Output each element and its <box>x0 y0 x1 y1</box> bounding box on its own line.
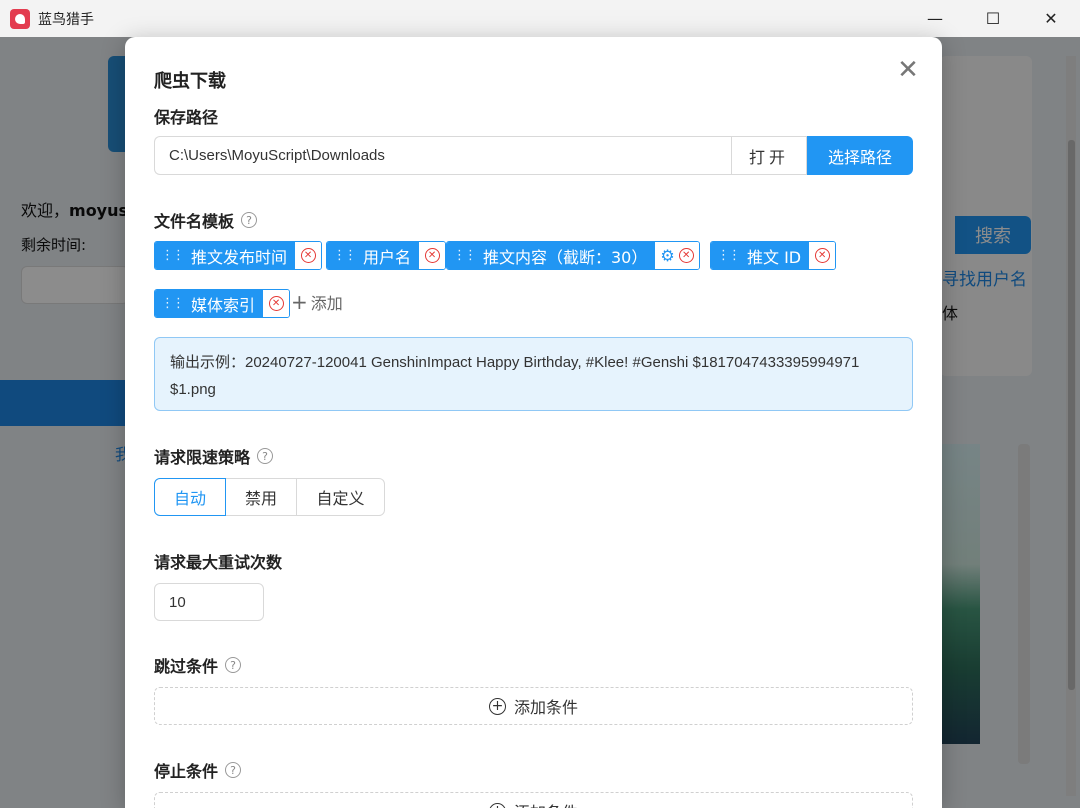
app-logo-icon <box>10 8 30 29</box>
tag-label: 推文 ID <box>747 247 802 267</box>
rate-limit-label: 请求限速策略 ? <box>154 444 274 468</box>
template-tag[interactable]: ⋮⋮ 推文发布时间 ✕ <box>154 241 323 270</box>
rate-limit-option-custom[interactable]: 自定义 <box>296 478 385 516</box>
output-example: 输出示例：20240727-120041 GenshinImpact Happy… <box>154 337 913 411</box>
choose-path-button[interactable]: 选择路径 <box>807 136 913 175</box>
add-skip-condition-button[interactable]: + 添加条件 <box>154 687 913 725</box>
maximize-button[interactable]: ☐ <box>964 0 1022 37</box>
close-window-button[interactable]: ✕ <box>1022 0 1080 37</box>
remove-tag-button[interactable]: ✕ <box>263 290 290 317</box>
rate-limit-segmented: 自动 禁用 自定义 <box>154 478 385 516</box>
template-tag[interactable]: ⋮⋮ 推文 ID ✕ <box>710 241 837 270</box>
plus-circle-icon: + <box>488 697 506 715</box>
remove-tag-button[interactable]: ✕ <box>295 242 322 269</box>
save-path-input[interactable]: C:\Users\MoyuScript\Downloads <box>154 136 731 175</box>
plus-circle-icon: + <box>488 802 506 808</box>
filename-template-label: 文件名模板 ? <box>154 208 258 232</box>
help-icon[interactable]: ? <box>225 762 242 778</box>
tag-label: 媒体索引 <box>191 295 256 315</box>
window-controls: — ☐ ✕ <box>906 0 1080 37</box>
help-icon[interactable]: ? <box>225 657 242 673</box>
drag-handle-icon[interactable]: ⋮⋮ <box>161 248 185 263</box>
window-titlebar: 蓝鸟猎手 — ☐ ✕ <box>0 0 1080 37</box>
add-stop-condition-button[interactable]: + 添加条件 <box>154 792 913 808</box>
close-circle-icon[interactable]: ✕ <box>678 248 694 263</box>
max-retries-input[interactable]: 10 <box>154 583 264 621</box>
help-icon[interactable]: ? <box>257 448 274 464</box>
crawler-download-dialog: 爬虫下载 ✕ 保存路径 C:\Users\MoyuScript\Download… <box>125 37 942 808</box>
remove-tag-button[interactable]: ✕ <box>419 242 446 269</box>
minimize-button[interactable]: — <box>906 0 964 37</box>
close-circle-icon: ✕ <box>814 248 830 263</box>
add-tag-button[interactable]: + 添加 <box>291 290 343 314</box>
max-retries-label: 请求最大重试次数 <box>154 553 283 572</box>
open-folder-button[interactable]: 打开 <box>731 136 807 175</box>
drag-handle-icon[interactable]: ⋮⋮ <box>333 248 357 263</box>
skip-conditions-label: 跳过条件 ? <box>154 653 242 677</box>
close-circle-icon: ✕ <box>300 248 316 263</box>
tag-label: 推文内容（截断：30） <box>483 247 648 267</box>
dialog-title: 爬虫下载 <box>154 71 226 92</box>
drag-handle-icon[interactable]: ⋮⋮ <box>717 248 741 263</box>
close-circle-icon: ✕ <box>424 248 440 263</box>
plus-icon: + <box>291 290 308 314</box>
close-icon[interactable]: ✕ <box>895 57 921 85</box>
rate-limit-option-auto[interactable]: 自动 <box>154 478 226 516</box>
stop-conditions-label: 停止条件 ? <box>154 758 242 782</box>
drag-handle-icon[interactable]: ⋮⋮ <box>453 248 477 263</box>
window-title: 蓝鸟猎手 <box>38 11 94 28</box>
template-tag[interactable]: ⋮⋮ 推文内容（截断：30） ⚙ ✕ <box>446 241 700 270</box>
close-circle-icon: ✕ <box>268 296 284 311</box>
template-tag[interactable]: ⋮⋮ 用户名 ✕ <box>326 241 447 270</box>
rate-limit-option-disabled[interactable]: 禁用 <box>225 478 297 516</box>
gear-icon[interactable]: ⚙ <box>660 246 674 265</box>
save-path-label: 保存路径 <box>154 108 219 127</box>
help-icon[interactable]: ? <box>241 212 258 228</box>
remove-tag-button[interactable]: ✕ <box>809 242 836 269</box>
template-tag[interactable]: ⋮⋮ 媒体索引 ✕ <box>154 289 291 318</box>
drag-handle-icon[interactable]: ⋮⋮ <box>161 296 185 311</box>
save-path-row: C:\Users\MoyuScript\Downloads 打开 选择路径 <box>154 136 913 175</box>
tag-label: 推文发布时间 <box>191 247 288 267</box>
tag-label: 用户名 <box>363 247 412 267</box>
